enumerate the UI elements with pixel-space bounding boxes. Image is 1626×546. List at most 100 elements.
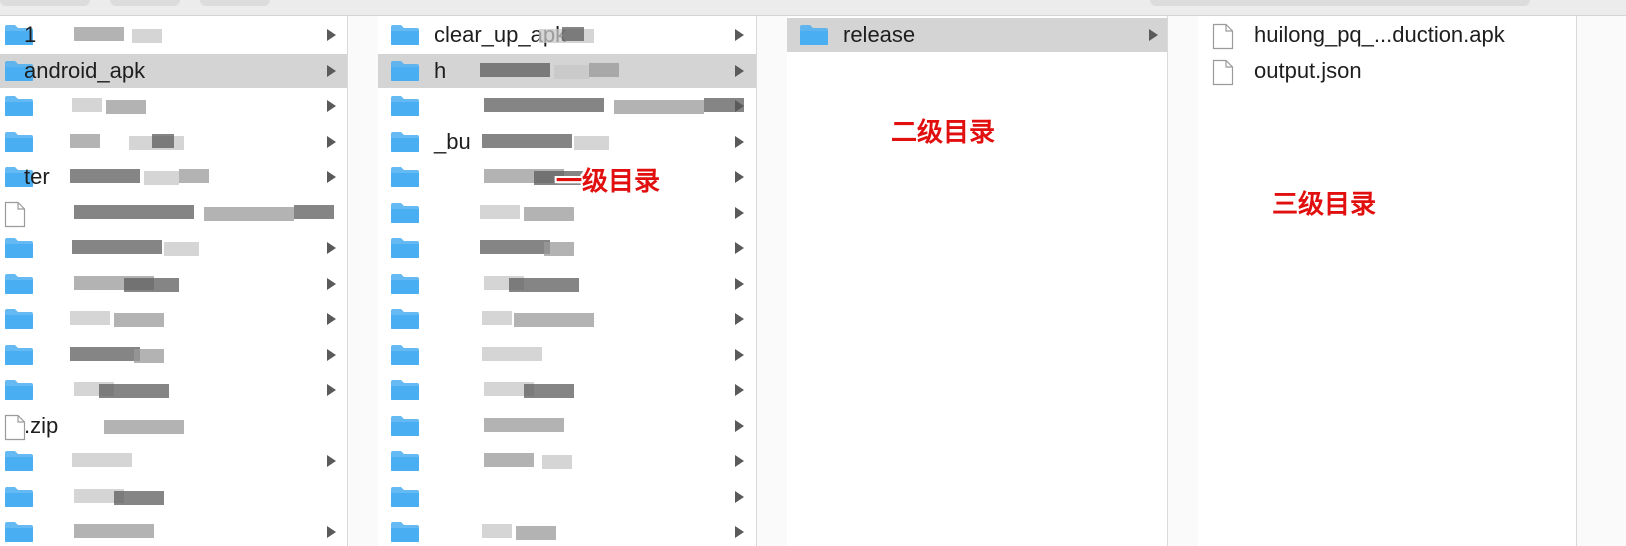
folder-row[interactable]	[378, 444, 756, 478]
folder-row[interactable]	[378, 338, 756, 372]
toolbar-button[interactable]	[110, 0, 180, 6]
folder-row[interactable]	[378, 409, 756, 443]
folder-row[interactable]	[378, 302, 756, 336]
redaction-block	[72, 240, 162, 254]
redaction-block	[74, 27, 124, 41]
folder-icon	[390, 521, 420, 543]
folder-icon	[4, 308, 34, 330]
redaction-block	[482, 524, 512, 538]
column-level-2[interactable]: clear_up_apk h _bu	[378, 16, 756, 546]
redaction-block	[614, 100, 704, 114]
redaction-block	[164, 242, 199, 256]
folder-row[interactable]: clear_up_apk	[378, 18, 756, 52]
redaction-block	[484, 453, 534, 467]
column-level-4[interactable]: huilong_pq_...duction.apk output.json	[1198, 16, 1576, 546]
document-icon	[4, 201, 26, 228]
folder-row[interactable]	[378, 373, 756, 407]
folder-icon	[390, 344, 420, 366]
item-name: _bu	[434, 128, 471, 154]
redaction-block	[514, 313, 594, 327]
folder-row[interactable]	[378, 267, 756, 301]
redaction-block	[562, 27, 584, 41]
folder-row[interactable]: 1	[0, 18, 347, 52]
folder-row[interactable]	[0, 267, 347, 301]
folder-icon	[390, 415, 420, 437]
folder-row[interactable]	[0, 302, 347, 336]
disclosure-chevron-icon	[735, 206, 744, 219]
column-gap	[1577, 16, 1626, 546]
column-gap	[348, 16, 378, 546]
column-browser: 1 android_apkter .zip clear_up_apk h _bu rel…	[0, 16, 1626, 546]
column-level-3[interactable]: release	[787, 16, 1167, 546]
folder-icon	[4, 379, 34, 401]
item-name: output.json	[1254, 57, 1362, 83]
toolbar-button[interactable]	[0, 0, 90, 6]
redaction-block	[482, 311, 512, 325]
column-gap	[757, 16, 787, 546]
column-level-1[interactable]: 1 android_apkter .zip	[0, 16, 347, 546]
folder-row[interactable]	[0, 373, 347, 407]
item-name: android_apk	[24, 57, 146, 83]
disclosure-chevron-icon	[327, 171, 336, 183]
redaction-block	[516, 526, 556, 540]
redaction-block	[294, 204, 334, 219]
folder-icon	[390, 202, 420, 224]
folder-row[interactable]	[0, 515, 347, 546]
folder-row[interactable]	[378, 89, 756, 123]
file-row[interactable]	[0, 196, 347, 230]
redaction-block	[74, 204, 194, 219]
folder-row[interactable]	[0, 231, 347, 265]
folder-row[interactable]	[0, 338, 347, 372]
disclosure-chevron-icon	[327, 29, 336, 41]
redaction-block	[542, 455, 572, 469]
item-name: 1	[24, 22, 37, 47]
redaction-block	[482, 346, 542, 361]
folder-icon	[4, 273, 34, 295]
disclosure-chevron-icon	[735, 348, 744, 361]
folder-row[interactable]: ter	[0, 160, 347, 194]
redaction-block	[554, 64, 589, 79]
folder-row[interactable]: h	[378, 53, 756, 88]
file-row[interactable]: .zip	[0, 409, 347, 443]
folder-row[interactable]	[378, 231, 756, 265]
disclosure-chevron-icon	[735, 384, 744, 396]
folder-icon	[390, 308, 420, 330]
file-row[interactable]: huilong_pq_...duction.apk	[1198, 18, 1576, 52]
annotation-first-level: 一级目录	[556, 167, 661, 197]
folder-icon	[390, 237, 420, 259]
folder-row[interactable]	[0, 444, 347, 478]
redaction-block	[106, 100, 146, 114]
folder-row[interactable]	[378, 515, 756, 546]
document-icon	[1212, 59, 1234, 86]
folder-row[interactable]	[0, 480, 347, 514]
redaction-block	[72, 98, 102, 112]
item-name: huilong_pq_...duction.apk	[1254, 22, 1505, 47]
folder-row[interactable]	[378, 196, 756, 230]
folder-icon	[390, 379, 420, 401]
disclosure-chevron-icon	[327, 64, 336, 77]
disclosure-chevron-icon	[735, 419, 744, 432]
column-gap	[1168, 16, 1198, 546]
toolbar-button[interactable]	[200, 0, 270, 6]
item-name: release	[843, 22, 916, 47]
folder-row[interactable]	[378, 480, 756, 514]
search-field[interactable]	[1150, 0, 1530, 6]
folder-row[interactable]: android_apk	[0, 53, 347, 88]
folder-row[interactable]	[0, 89, 347, 123]
redaction-block	[104, 419, 184, 434]
folder-icon	[390, 60, 420, 82]
folder-row[interactable]: _bu	[378, 125, 756, 159]
disclosure-chevron-icon	[735, 242, 744, 254]
item-name: ter	[24, 164, 50, 189]
folder-icon	[390, 486, 420, 508]
folder-icon	[390, 450, 420, 472]
folder-icon	[4, 486, 34, 508]
folder-row[interactable]	[0, 125, 347, 159]
file-row[interactable]: output.json	[1198, 54, 1576, 88]
folder-row[interactable]: release	[787, 18, 1167, 52]
redaction-block	[524, 206, 574, 221]
redaction-block	[72, 453, 132, 467]
disclosure-chevron-icon	[327, 348, 336, 361]
redaction-block	[124, 277, 179, 292]
folder-icon	[390, 131, 420, 153]
